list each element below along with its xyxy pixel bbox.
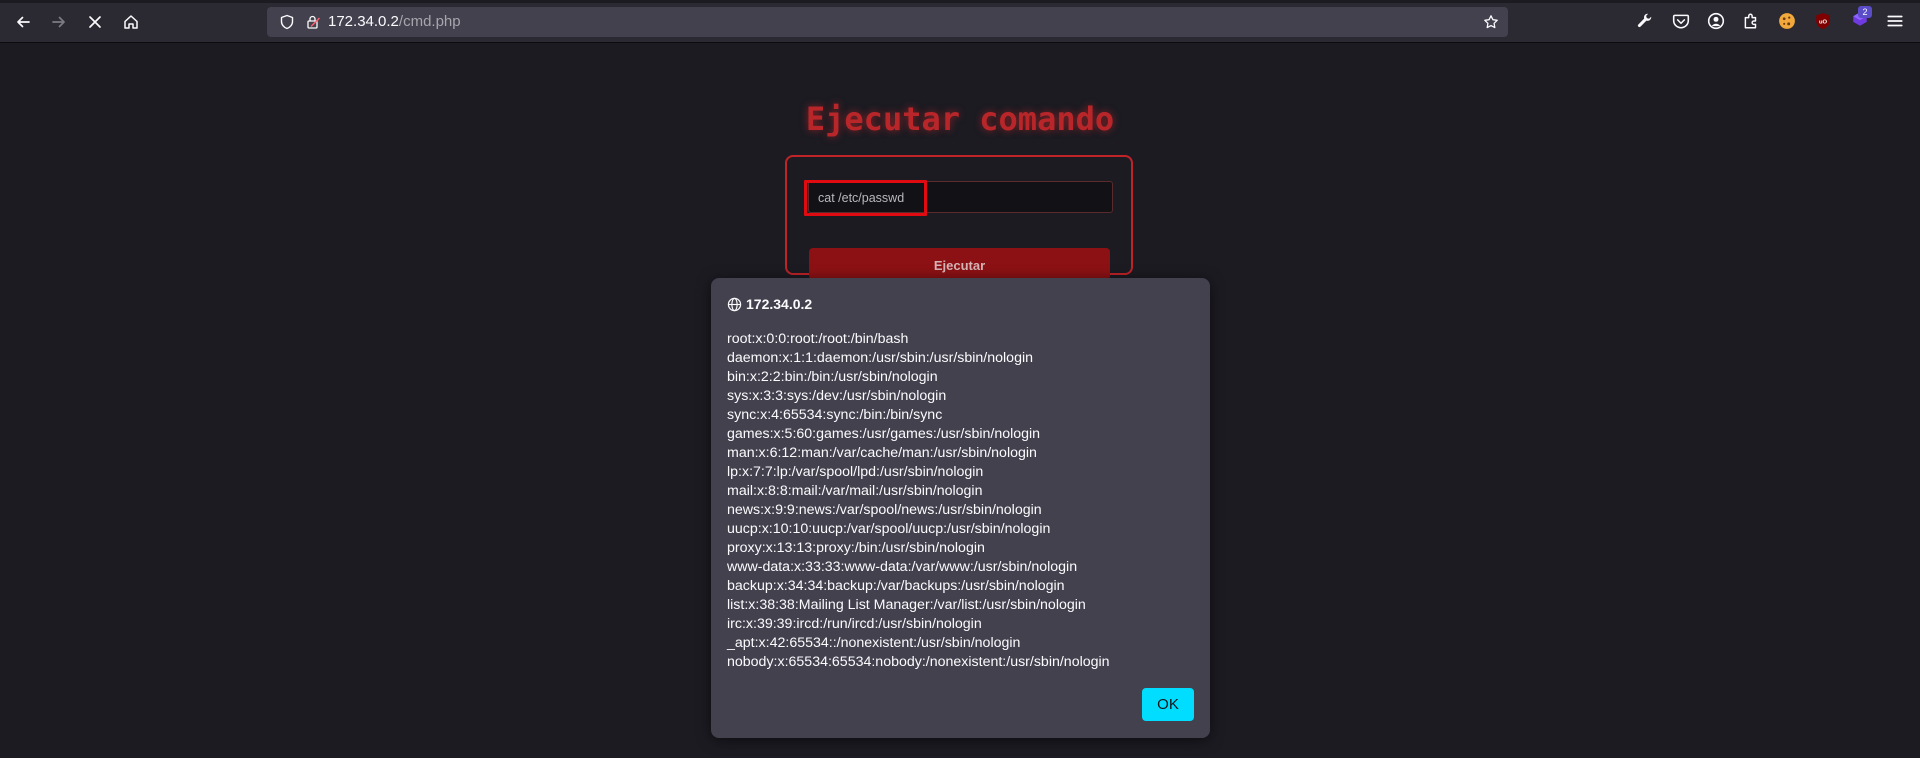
extensions-puzzle-icon[interactable]: [1742, 12, 1760, 30]
globe-icon: [727, 297, 742, 311]
alert-message-line: root:x:0:0:root:/root:/bin/bash: [727, 331, 909, 347]
alert-message-line: sys:x:3:3:sys:/dev:/usr/sbin/nologin: [727, 388, 947, 404]
alert-origin: 172.34.0.2: [746, 296, 813, 312]
alert-message-line: games:x:5:60:games:/usr/games:/usr/sbin/…: [727, 426, 1041, 442]
alert-message-line: daemon:x:1:1:daemon:/usr/sbin:/usr/sbin/…: [727, 350, 1034, 366]
url-host: 172.34.0.2: [328, 13, 399, 30]
command-input-value: cat /etc/passwd: [818, 191, 905, 205]
alert-message-line: lp:x:7:7:lp:/var/spool/lpd:/usr/sbin/nol…: [727, 464, 984, 480]
tab-strip-edge: [0, 0, 1920, 3]
browser-toolbar: 172.34.0.2/cmd.php uO 2: [0, 0, 1920, 43]
alert-message-line: www-data:x:33:33:www-data:/var/www:/usr/…: [727, 559, 1078, 575]
ok-button[interactable]: OK: [1142, 688, 1194, 721]
alert-message-line: news:x:9:9:news:/var/spool/news:/usr/sbi…: [727, 502, 1042, 518]
alert-message-line: irc:x:39:39:ircd:/run/ircd:/usr/sbin/nol…: [727, 616, 982, 632]
alert-dialog: 172.34.0.2 root:x:0:0:root:/root:/bin/ba…: [711, 278, 1210, 738]
cookie-extension-icon[interactable]: [1778, 12, 1796, 30]
alert-message-line: _apt:x:42:65534::/nonexistent:/usr/sbin/…: [727, 635, 1021, 651]
ublock-origin-icon[interactable]: uO: [1814, 12, 1832, 30]
alert-message-line: mail:x:8:8:mail:/var/mail:/usr/sbin/nolo…: [727, 483, 983, 499]
tracking-protection-shield-icon[interactable]: [279, 14, 295, 30]
alert-header: 172.34.0.2: [727, 294, 812, 314]
back-button[interactable]: [8, 7, 38, 37]
bookmark-star-icon[interactable]: [1483, 14, 1499, 30]
alert-message-line: man:x:6:12:man:/var/cache/man:/usr/sbin/…: [727, 445, 1037, 461]
insecure-lock-icon[interactable]: [305, 14, 321, 30]
wrench-icon[interactable]: [1636, 12, 1654, 30]
extension-badge: 2: [1858, 6, 1872, 18]
url-bar[interactable]: 172.34.0.2/cmd.php: [267, 7, 1508, 37]
home-icon: [124, 15, 138, 29]
stop-button[interactable]: [80, 7, 110, 37]
alert-message-line: backup:x:34:34:backup:/var/backups:/usr/…: [727, 578, 1065, 594]
forward-button[interactable]: [44, 7, 74, 37]
page-title: Ejecutar comando: [805, 100, 1115, 138]
url-text[interactable]: 172.34.0.2/cmd.php: [328, 13, 461, 30]
alert-message-line: list:x:38:38:Mailing List Manager:/var/l…: [727, 597, 1086, 613]
alert-message-line: uucp:x:10:10:uucp:/var/spool/uucp:/usr/s…: [727, 521, 1051, 537]
account-icon[interactable]: [1707, 12, 1725, 30]
forward-arrow-icon: [52, 16, 65, 28]
stop-loading-icon: [89, 16, 101, 28]
alert-message: root:x:0:0:root:/root:/bin/bash daemon:x:…: [727, 330, 1197, 672]
svg-text:uO: uO: [1819, 20, 1828, 26]
home-button[interactable]: [116, 7, 146, 37]
url-path: /cmd.php: [398, 13, 461, 30]
pocket-icon[interactable]: [1672, 12, 1690, 30]
alert-message-line: nobody:x:65534:65534:nobody:/nonexistent…: [727, 654, 1110, 670]
hamburger-menu-icon[interactable]: [1886, 12, 1904, 30]
back-arrow-icon: [17, 16, 30, 28]
run-command-button[interactable]: Ejecutar: [809, 248, 1110, 280]
alert-message-line: bin:x:2:2:bin:/bin:/usr/sbin/nologin: [727, 369, 938, 385]
alert-message-line: sync:x:4:65534:sync:/bin:/bin/sync: [727, 407, 943, 423]
alert-message-line: proxy:x:13:13:proxy:/bin:/usr/sbin/nolog…: [727, 540, 985, 556]
